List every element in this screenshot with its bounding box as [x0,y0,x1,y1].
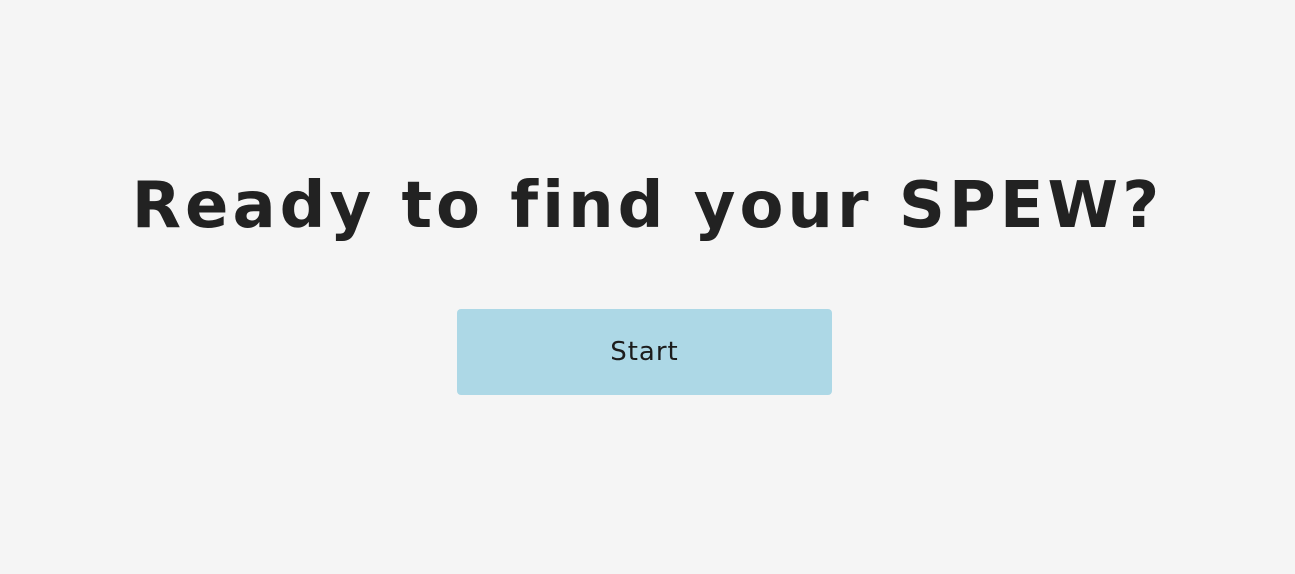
page-title: Ready to find your SPEW? [131,169,1164,243]
landing-screen: Ready to find your SPEW? Start [0,0,1295,574]
start-button[interactable]: Start [457,309,832,395]
start-button-label: Start [610,337,679,367]
